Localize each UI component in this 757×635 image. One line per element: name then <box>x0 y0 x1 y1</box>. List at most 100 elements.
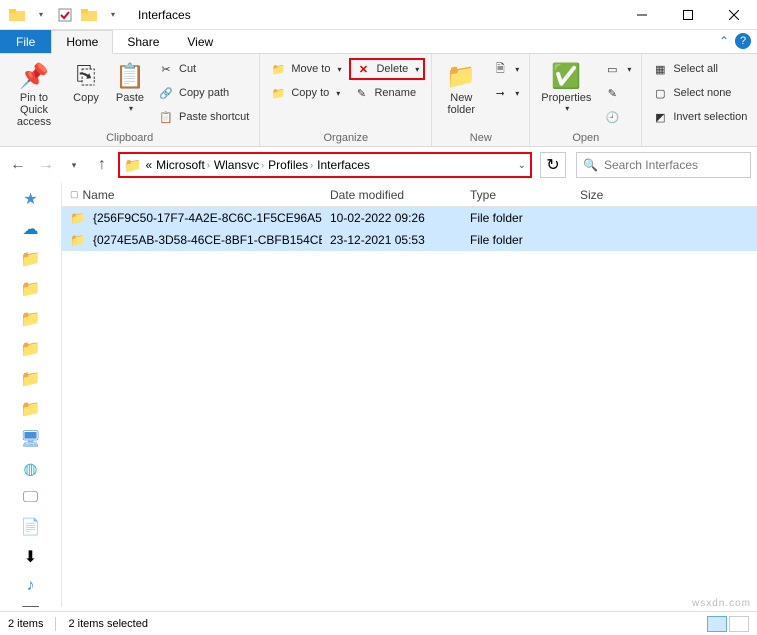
close-button[interactable] <box>711 0 757 30</box>
open-button[interactable]: ▭▾ <box>600 58 635 80</box>
rename-icon: ✎ <box>353 87 369 100</box>
file-list: ▢Name Date modified Type Size 📁{256F9C50… <box>62 183 757 607</box>
search-placeholder: Search Interfaces <box>604 158 698 172</box>
crumb-profiles[interactable]: Profiles› <box>268 158 313 172</box>
move-to-button[interactable]: 📁Move to▾ <box>266 58 345 80</box>
file-row[interactable]: 📁{0274E5AB-3D58-46CE-8BF1-CBFB154CE... 2… <box>62 229 757 251</box>
group-label-organize: Organize <box>260 132 431 146</box>
col-type[interactable]: Type <box>462 188 572 202</box>
quick-access-toolbar: ▾ ▾ <box>0 4 130 26</box>
group-new: 📁 New folder 🗎▾ ⭢▾ New <box>432 54 530 146</box>
tree-folder-4-icon[interactable]: 📁 <box>20 339 42 359</box>
pin-quick-access-button[interactable]: 📌 Pin to Quick access <box>6 58 62 128</box>
qat-overflow-icon[interactable]: ▾ <box>102 4 124 26</box>
easy-access-button[interactable]: ⭢▾ <box>488 82 523 104</box>
copy-to-button[interactable]: 📁Copy to▾ <box>266 82 345 104</box>
tree-folder-1-icon[interactable]: 📁 <box>20 249 42 269</box>
col-name[interactable]: ▢Name <box>62 188 322 202</box>
tree-3d-icon[interactable]: ◍ <box>20 459 42 479</box>
newfolder-icon: 📁 <box>446 60 476 92</box>
history-icon: 🕘 <box>604 111 620 124</box>
address-bar[interactable]: 📁 « Microsoft› Wlansvc› Profiles› Interf… <box>118 152 532 178</box>
status-selected-count: 2 items selected <box>68 618 147 630</box>
copy-button[interactable]: ⎘ Copy <box>66 58 106 104</box>
checkbox-icon[interactable] <box>54 4 76 26</box>
nav-tree[interactable]: ★ ☁ 📁 📁 📁 📁 📁 📁 🖥 ◍ 🖵 📄 ⬇ ♪ 🖼 <box>0 183 62 607</box>
help-icon[interactable]: ? <box>735 33 751 49</box>
back-button[interactable]: ← <box>6 153 30 177</box>
invert-selection-button[interactable]: ◩Invert selection <box>648 106 751 128</box>
select-none-button[interactable]: ▢Select none <box>648 82 751 104</box>
crumb-wlansvc[interactable]: Wlansvc› <box>214 158 264 172</box>
tree-documents-icon[interactable]: 📄 <box>20 517 42 537</box>
tree-music-icon[interactable]: ♪ <box>20 577 42 595</box>
chevron-up-icon[interactable]: ⌃ <box>719 34 729 48</box>
ribbon-tabs: File Home Share View ⌃ ? <box>0 30 757 54</box>
group-label-open: Open <box>530 132 641 146</box>
delete-icon: ✕ <box>355 63 371 76</box>
address-dropdown-icon[interactable]: ⌄ <box>518 160 526 171</box>
search-box[interactable]: 🔍 Search Interfaces <box>576 152 751 178</box>
qat-dropdown-1-icon[interactable]: ▾ <box>30 4 52 26</box>
refresh-button[interactable]: ↻ <box>540 152 566 178</box>
file-row[interactable]: 📁{256F9C50-17F7-4A2E-8C6C-1F5CE96A53... … <box>62 207 757 229</box>
tree-folder-5-icon[interactable]: 📁 <box>20 369 42 389</box>
addr-folder-icon: 📁 <box>124 157 141 174</box>
maximize-button[interactable] <box>665 0 711 30</box>
properties-button[interactable]: ✅ Properties ▾ <box>536 58 596 113</box>
tree-desktop-icon[interactable]: 🖵 <box>20 489 42 507</box>
group-label-select <box>642 132 757 146</box>
up-button[interactable]: ↑ <box>90 153 114 177</box>
new-folder-button[interactable]: 📁 New folder <box>438 58 484 116</box>
open-icon: ▭ <box>604 63 620 76</box>
col-size[interactable]: Size <box>572 188 652 202</box>
paste-button[interactable]: 📋 Paste ▾ <box>110 58 150 113</box>
crumb-interfaces[interactable]: Interfaces <box>317 158 370 172</box>
history-button[interactable]: 🕘 <box>600 106 635 128</box>
recent-dropdown[interactable]: ▾ <box>62 153 86 177</box>
nav-bar: ← → ▾ ↑ 📁 « Microsoft› Wlansvc› Profiles… <box>0 147 757 183</box>
tab-share[interactable]: Share <box>113 30 173 53</box>
tab-home[interactable]: Home <box>51 30 113 54</box>
edit-button[interactable]: ✎ <box>600 82 635 104</box>
cut-icon: ✂ <box>158 63 174 76</box>
view-switcher <box>707 616 749 632</box>
view-large-button[interactable] <box>729 616 749 632</box>
column-headers[interactable]: ▢Name Date modified Type Size <box>62 183 757 207</box>
group-open: ✅ Properties ▾ ▭▾ ✎ 🕘 Open <box>530 54 642 146</box>
tree-downloads-icon[interactable]: ⬇ <box>20 547 42 567</box>
crumb-microsoft[interactable]: Microsoft› <box>156 158 210 172</box>
copy-path-button[interactable]: 🔗Copy path <box>154 82 253 104</box>
file-tab[interactable]: File <box>0 30 51 53</box>
folder-icon[interactable] <box>6 4 28 26</box>
col-date[interactable]: Date modified <box>322 188 462 202</box>
cut-button[interactable]: ✂Cut <box>154 58 253 80</box>
watermark: wsxdn.com <box>692 598 751 609</box>
group-select: ▦Select all ▢Select none ◩Invert selecti… <box>642 54 757 146</box>
folder-icon-2[interactable] <box>78 4 100 26</box>
properties-icon: ✅ <box>551 60 581 92</box>
ribbon-help: ⌃ ? <box>719 33 751 49</box>
tree-onedrive-icon[interactable]: ☁ <box>20 219 42 239</box>
tab-view[interactable]: View <box>173 30 227 53</box>
tree-pictures-icon[interactable]: 🖼 <box>20 605 42 607</box>
forward-button[interactable]: → <box>34 153 58 177</box>
window-controls <box>619 0 757 30</box>
tree-thispc-icon[interactable]: 🖥 <box>20 429 42 449</box>
rename-button[interactable]: ✎Rename <box>349 82 425 104</box>
tree-folder-3-icon[interactable]: 📁 <box>20 309 42 329</box>
paste-shortcut-button[interactable]: 📋Paste shortcut <box>154 106 253 128</box>
new-item-button[interactable]: 🗎▾ <box>488 58 523 80</box>
edit-icon: ✎ <box>604 87 620 100</box>
tree-folder-2-icon[interactable]: 📁 <box>20 279 42 299</box>
newitem-icon: 🗎 <box>492 60 508 79</box>
select-all-button[interactable]: ▦Select all <box>648 58 751 80</box>
tree-folder-6-icon[interactable]: 📁 <box>20 399 42 419</box>
tree-quick-access-icon[interactable]: ★ <box>20 189 42 209</box>
view-details-button[interactable] <box>707 616 727 632</box>
delete-button[interactable]: ✕Delete▾ <box>349 58 425 80</box>
folder-icon: 📁 <box>70 233 85 247</box>
pasteshortcut-icon: 📋 <box>158 111 174 124</box>
minimize-button[interactable] <box>619 0 665 30</box>
status-divider <box>55 617 56 631</box>
